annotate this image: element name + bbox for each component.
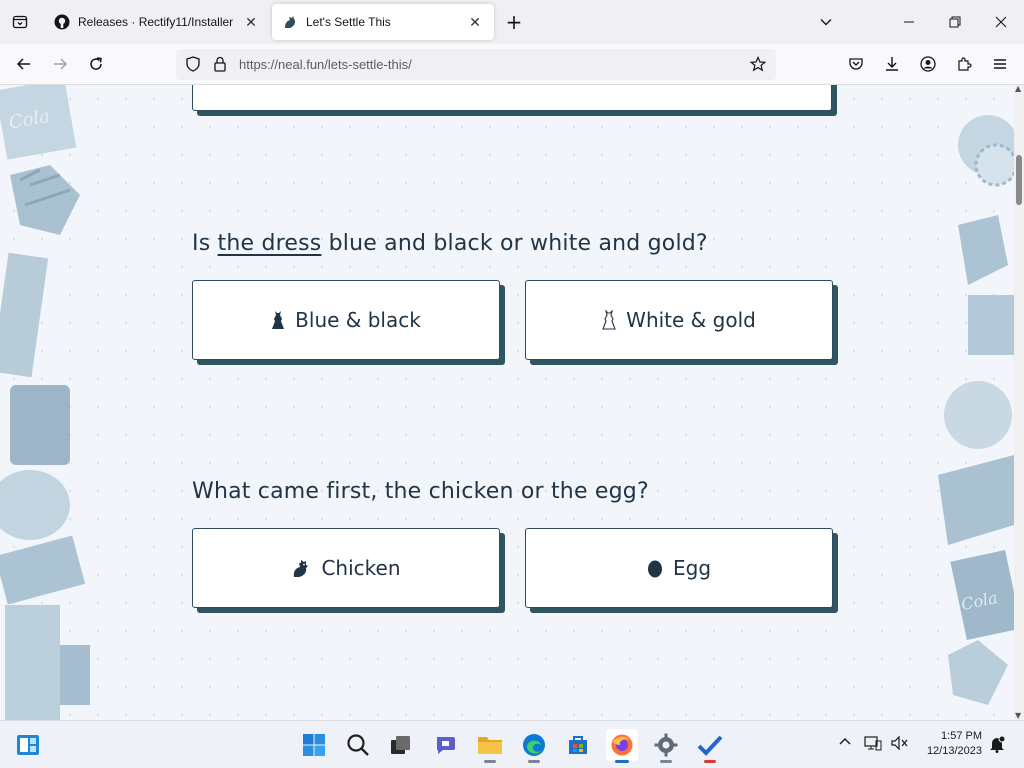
page-content: Cola Cola Is the dress blue and black or… <box>0 85 1014 720</box>
menu-hamburger-icon[interactable] <box>984 48 1016 80</box>
tab-title: Let's Settle This <box>306 15 391 29</box>
notification-bell-icon[interactable] <box>988 735 1006 756</box>
microsoft-store-icon[interactable] <box>562 729 594 761</box>
tab-bar: Releases · Rectify11/Installer ✕ Let's S… <box>0 0 1024 44</box>
egg-icon <box>647 558 663 578</box>
restore-icon[interactable] <box>932 0 978 44</box>
chicken-icon <box>291 558 311 578</box>
reload-icon[interactable] <box>80 48 112 80</box>
clock[interactable]: 1:57 PM 12/13/2023 <box>916 729 982 759</box>
github-icon <box>54 14 70 30</box>
tab-title: Releases · Rectify11/Installer <box>78 15 234 29</box>
bookmark-star-icon[interactable] <box>749 56 767 76</box>
scrollbar-thumb[interactable] <box>1016 155 1022 205</box>
decorative-collage-left: Cola <box>0 85 90 720</box>
todo-check-icon[interactable] <box>694 729 726 763</box>
dress-dark-icon <box>271 310 285 330</box>
option-egg-button[interactable]: Egg <box>525 528 833 608</box>
extensions-icon[interactable] <box>948 48 980 80</box>
new-tab-icon[interactable]: + <box>498 6 530 38</box>
file-explorer-icon[interactable] <box>474 729 506 763</box>
clock-time: 1:57 PM <box>941 730 982 742</box>
option-white-gold-button[interactable]: White & gold <box>525 280 833 360</box>
close-window-icon[interactable] <box>978 0 1024 44</box>
settings-gear-icon[interactable] <box>650 729 682 763</box>
scroll-up-arrow-icon[interactable]: ▲ <box>1015 84 1021 93</box>
close-tab-icon[interactable]: ✕ <box>242 13 260 31</box>
url-text[interactable]: https://neal.fun/lets-settle-this/ <box>239 57 412 72</box>
close-tab-icon[interactable]: ✕ <box>466 13 484 31</box>
decorative-collage-right: Cola <box>938 115 1014 705</box>
question-chicken-egg: What came first, the chicken or the egg? <box>192 479 649 504</box>
previous-answer-card[interactable] <box>192 85 832 111</box>
account-icon[interactable] <box>912 48 944 80</box>
page-scrollbar[interactable]: ▲ ▼ <box>1014 84 1024 720</box>
forward-arrow-icon[interactable] <box>44 48 76 80</box>
volume-muted-icon[interactable] <box>891 735 909 754</box>
question-dress: Is the dress blue and black or white and… <box>192 231 708 256</box>
teams-chat-icon[interactable] <box>430 729 462 761</box>
option-chicken-button[interactable]: Chicken <box>192 528 500 608</box>
back-arrow-icon[interactable] <box>8 48 40 80</box>
option-blue-black-button[interactable]: Blue & black <box>192 280 500 360</box>
dress-light-icon <box>602 310 616 330</box>
scroll-down-arrow-icon[interactable]: ▼ <box>1015 711 1021 720</box>
url-bar[interactable]: https://neal.fun/lets-settle-this/ <box>176 49 776 80</box>
edge-browser-icon[interactable] <box>518 729 550 763</box>
search-icon[interactable] <box>342 729 374 761</box>
show-hidden-icons-chevron-icon[interactable] <box>838 735 852 750</box>
chevron-down-icon[interactable] <box>810 6 842 38</box>
firefox-icon[interactable] <box>606 729 638 763</box>
clock-date: 12/13/2023 <box>926 745 982 757</box>
navigation-bar: https://neal.fun/lets-settle-this/ <box>0 44 1024 85</box>
network-icon[interactable] <box>864 735 882 754</box>
list-all-tabs-icon[interactable] <box>4 6 36 38</box>
widgets-icon[interactable] <box>12 729 44 761</box>
minimize-icon[interactable] <box>886 0 932 44</box>
tab-lets-settle-this[interactable]: Let's Settle This ✕ <box>272 4 494 40</box>
downloads-icon[interactable] <box>876 48 908 80</box>
rooster-favicon-icon <box>282 14 298 30</box>
lock-icon[interactable] <box>213 56 227 76</box>
the-dress-link[interactable]: the dress <box>218 231 322 256</box>
task-view-icon[interactable] <box>385 729 417 761</box>
shield-icon[interactable] <box>185 56 201 76</box>
pocket-icon[interactable] <box>840 48 872 80</box>
windows-taskbar: 1:57 PM 12/13/2023 <box>0 720 1024 768</box>
tab-releases[interactable]: Releases · Rectify11/Installer ✕ <box>44 4 270 40</box>
start-windows-icon[interactable] <box>298 729 330 761</box>
